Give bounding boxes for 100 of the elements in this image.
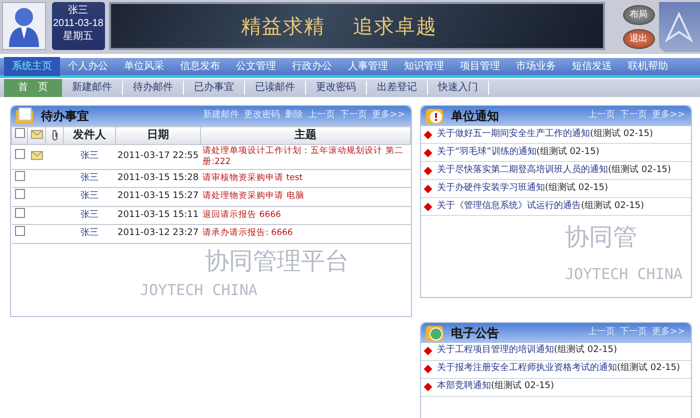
checkbox[interactable] bbox=[14, 148, 24, 159]
nav-tab[interactable]: 项目管理 bbox=[452, 57, 508, 76]
subject-link[interactable]: 请审核物资采购申请 test bbox=[202, 172, 408, 184]
nav-tab[interactable]: 联机帮助 bbox=[620, 57, 676, 76]
sender-name: 张三 bbox=[80, 150, 98, 161]
notice-meta: (组测试 02-15) bbox=[581, 200, 644, 213]
folder-icon bbox=[15, 107, 35, 125]
panel-action-link[interactable]: 删除 bbox=[284, 109, 303, 123]
background-text: JOYTECH CHINA bbox=[140, 283, 258, 298]
background-text: 协同管理平台 bbox=[205, 249, 349, 273]
panel-action-link[interactable]: 更改密码 bbox=[244, 109, 280, 123]
notice-link[interactable]: 关于工程项目管理的培训通知 bbox=[437, 344, 554, 358]
subnav-link[interactable]: 已读邮件 bbox=[245, 81, 306, 95]
date-cell: 2011-03-12 23:27 bbox=[118, 228, 199, 238]
subject-link[interactable]: 请承办请示报告: 6666 bbox=[202, 228, 408, 240]
background-text: 协同管 bbox=[565, 225, 637, 249]
date-text: 2011-03-18 bbox=[52, 17, 104, 30]
notice-link[interactable]: 关于尽快落实第二期登高培训班人员的通知 bbox=[437, 164, 608, 178]
nav-tab[interactable]: 公文管理 bbox=[228, 57, 284, 76]
notice-link[interactable]: 关于做好五一期间安全生产工作的通知 bbox=[437, 128, 590, 142]
nav-tab[interactable]: 人事管理 bbox=[340, 57, 396, 76]
panel-title: 待办事宜 bbox=[41, 108, 89, 125]
nav-tab[interactable]: 系统主页 bbox=[4, 57, 60, 76]
nav-tab[interactable]: 市场业务 bbox=[508, 57, 564, 76]
notice-link[interactable]: 关于“羽毛球”训练的通知 bbox=[437, 146, 536, 160]
banner-slogan: 追求卓越 bbox=[352, 13, 437, 40]
notice-meta: (组测试 02-15) bbox=[617, 362, 680, 376]
nav-tab[interactable]: 信息发布 bbox=[172, 57, 228, 76]
bullet-icon bbox=[424, 346, 432, 356]
subject-link[interactable]: 请处理单项设计工作计划：五年滚动规划设计 第二册:222 bbox=[202, 146, 408, 168]
panel-title: 电子公告 bbox=[451, 324, 499, 342]
notice-meta: (组测试 02-15) bbox=[590, 128, 654, 141]
date-cell: 2011-03-15 15:28 bbox=[118, 172, 199, 182]
user-name: 张三 bbox=[67, 4, 90, 17]
sender-name: 张三 bbox=[80, 210, 98, 220]
user-avatar-icon bbox=[6, 5, 41, 47]
nav-tab[interactable]: 行政办公 bbox=[284, 57, 340, 76]
notice-meta: (组测试 02-15) bbox=[491, 380, 554, 394]
bullet-icon bbox=[424, 130, 432, 139]
panel-action-link[interactable]: 上一页 bbox=[588, 326, 615, 340]
checkbox[interactable] bbox=[14, 226, 24, 236]
bullet-icon bbox=[424, 382, 432, 392]
column-header: 主题 bbox=[200, 126, 410, 144]
panel-action-link[interactable]: 下一页 bbox=[620, 326, 647, 340]
notice-link[interactable]: 关于办硬件安装学习班通知 bbox=[437, 182, 545, 196]
weekday-text: 星期五 bbox=[62, 30, 94, 43]
subnav-link[interactable]: 出差登记 bbox=[367, 81, 428, 95]
notice-link[interactable]: 关于报考注册安全工程师执业资格考试的通知 bbox=[437, 362, 617, 376]
panel-action-link[interactable]: 上一页 bbox=[308, 109, 335, 123]
notice-meta: (组测试 02-15) bbox=[536, 146, 600, 159]
panel-action-link[interactable]: 更多>> bbox=[372, 109, 405, 123]
date-cell: 2011-03-15 15:11 bbox=[118, 210, 199, 220]
panel-title: 单位通知 bbox=[451, 108, 499, 125]
notice-meta: (组测试 02-15) bbox=[554, 344, 618, 358]
bullet-icon bbox=[424, 202, 432, 211]
panel-action-link[interactable]: 下一页 bbox=[620, 109, 647, 123]
subnav-link[interactable]: 待办邮件 bbox=[123, 81, 184, 95]
sender-name: 张三 bbox=[80, 172, 98, 182]
date-cell: 2011-03-17 22:55 bbox=[118, 150, 199, 161]
column-header: 日期 bbox=[116, 126, 201, 144]
panel-action-link[interactable]: 下一页 bbox=[340, 109, 367, 123]
subnav-link[interactable]: 更改密码 bbox=[306, 81, 367, 95]
bullet-icon bbox=[424, 166, 432, 175]
banner-slogan: 精益求精 bbox=[240, 13, 325, 40]
subject-link[interactable]: 退回请示报告 6666 bbox=[202, 210, 408, 221]
envelope-icon bbox=[30, 130, 42, 140]
subnav-link[interactable]: 快速入门 bbox=[428, 81, 489, 95]
nav-tab[interactable]: 知识管理 bbox=[396, 57, 452, 76]
panel-action-link[interactable]: 更多>> bbox=[652, 109, 685, 123]
checkbox[interactable] bbox=[14, 189, 24, 199]
panel-action-link[interactable]: 上一页 bbox=[588, 109, 615, 123]
checkbox[interactable] bbox=[14, 128, 24, 138]
notice-meta: (组测试 02-15) bbox=[545, 182, 608, 195]
notice-meta: (组测试 02-15) bbox=[608, 164, 672, 177]
checkbox[interactable] bbox=[14, 208, 24, 218]
bullet-icon bbox=[424, 148, 432, 157]
checkbox[interactable] bbox=[14, 170, 24, 180]
alert-icon bbox=[425, 107, 445, 125]
paperclip-icon bbox=[50, 128, 58, 141]
nav-tab[interactable]: 短信发送 bbox=[564, 57, 620, 76]
logo-icon bbox=[664, 12, 694, 42]
panel-action-link[interactable]: 新建邮件 bbox=[202, 109, 239, 123]
panel-action-link[interactable]: 更多>> bbox=[652, 326, 685, 340]
subnav-link[interactable]: 新建邮件 bbox=[62, 81, 123, 95]
subnav-link[interactable]: 首 页 bbox=[4, 79, 62, 97]
sender-name: 张三 bbox=[80, 191, 98, 201]
nav-tab[interactable]: 个人办公 bbox=[60, 57, 116, 76]
sender-name: 张三 bbox=[80, 228, 98, 238]
notice-link[interactable]: 本部竞聘通知 bbox=[437, 380, 491, 394]
bullet-icon bbox=[424, 184, 432, 193]
bullet-icon bbox=[424, 364, 432, 374]
date-cell: 2011-03-15 15:27 bbox=[118, 191, 199, 201]
header-button[interactable]: 布局 bbox=[622, 5, 654, 25]
subnav-link[interactable]: 已办事宜 bbox=[184, 81, 245, 95]
notice-link[interactable]: 关于《管理信息系统》试运行的通告 bbox=[437, 200, 581, 214]
header-button[interactable]: 退出 bbox=[622, 29, 654, 49]
background-text: JOYTECH CHINA bbox=[565, 267, 682, 282]
subject-link[interactable]: 请处理物资采购申请 电脑 bbox=[202, 191, 408, 202]
nav-tab[interactable]: 单位风采 bbox=[116, 57, 172, 76]
column-header: 发件人 bbox=[64, 126, 116, 144]
